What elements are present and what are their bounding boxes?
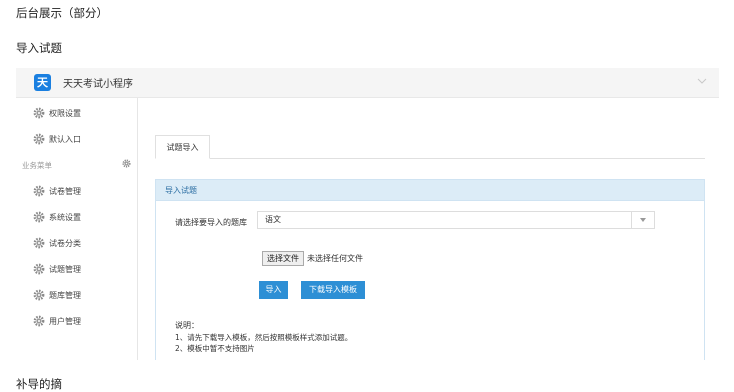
sidebar-item-label: 试卷分类 (49, 239, 81, 248)
gear-icon (33, 289, 45, 301)
choose-file-button[interactable]: 选择文件 (262, 251, 304, 266)
import-panel: 导入试题 请选择要导入的题库 语文 选择文件 未选择任何文件 导入 下载导入模板… (155, 179, 705, 360)
gear-icon (33, 107, 45, 119)
sidebar-item-exam-management[interactable]: 试卷管理 (16, 180, 137, 202)
top-bar: 天 天天考试小程序 (16, 68, 719, 98)
dropdown-arrow-icon[interactable] (631, 212, 654, 228)
sidebar-item-label: 系统设置 (49, 213, 81, 222)
import-button[interactable]: 导入 (259, 281, 288, 299)
gear-icon (33, 315, 45, 327)
gear-icon (33, 211, 45, 223)
sidebar-item-question-management[interactable]: 试题管理 (16, 258, 137, 280)
question-bank-label: 请选择要导入的题库 (175, 218, 247, 227)
sidebar-item-exam-category[interactable]: 试卷分类 (16, 232, 137, 254)
sidebar-item-label: 权限设置 (49, 109, 81, 118)
tab-question-import[interactable]: 试题导入 (155, 135, 210, 159)
gear-icon (33, 263, 45, 275)
question-bank-select[interactable]: 语文 (257, 211, 655, 229)
gear-icon (33, 185, 45, 197)
note-line: 2、模板中暂不支持图片 (175, 344, 255, 353)
admin-app-screenshot: 天 天天考试小程序 权限设置 默认入口 业务菜单 试卷管理 系统设置 试卷分类 (16, 68, 719, 360)
app-title: 天天考试小程序 (63, 79, 133, 90)
download-template-button[interactable]: 下载导入模板 (301, 281, 365, 299)
sidebar-item-label: 默认入口 (49, 135, 81, 144)
chevron-down-icon[interactable] (695, 74, 709, 88)
note-line: 1、请先下载导入模板，然后按照模板样式添加试题。 (175, 333, 353, 342)
sidebar-item-user-management[interactable]: 用户管理 (16, 310, 137, 332)
note-title: 说明： (175, 321, 199, 330)
doc-next-heading: 补导的摘 (16, 377, 62, 391)
gear-icon[interactable] (122, 159, 131, 168)
panel-title: 导入试题 (156, 180, 704, 201)
sidebar-item-question-bank[interactable]: 题库管理 (16, 284, 137, 306)
gear-icon (33, 237, 45, 249)
question-bank-select-value: 语文 (265, 215, 281, 224)
file-status: 未选择任何文件 (307, 254, 363, 263)
sidebar-item-label: 用户管理 (49, 317, 81, 326)
app-logo: 天 (34, 74, 51, 91)
gear-icon (33, 133, 45, 145)
sidebar-item-default-entry[interactable]: 默认入口 (16, 128, 137, 150)
sidebar-group-label: 业务菜单 (22, 161, 52, 170)
doc-subtitle: 导入试题 (16, 41, 62, 55)
tab-divider (155, 158, 705, 159)
sidebar-item-permission-settings[interactable]: 权限设置 (16, 102, 137, 124)
doc-title: 后台展示（部分） (16, 6, 108, 20)
main-content: 试题导入 导入试题 请选择要导入的题库 语文 选择文件 未选择任何文件 导入 下… (155, 98, 705, 360)
sidebar-item-label: 试卷管理 (49, 187, 81, 196)
sidebar-item-label: 试题管理 (49, 265, 81, 274)
sidebar-item-label: 题库管理 (49, 291, 81, 300)
sidebar: 权限设置 默认入口 业务菜单 试卷管理 系统设置 试卷分类 试题管理 题库管理 (16, 98, 138, 360)
sidebar-item-system-settings[interactable]: 系统设置 (16, 206, 137, 228)
